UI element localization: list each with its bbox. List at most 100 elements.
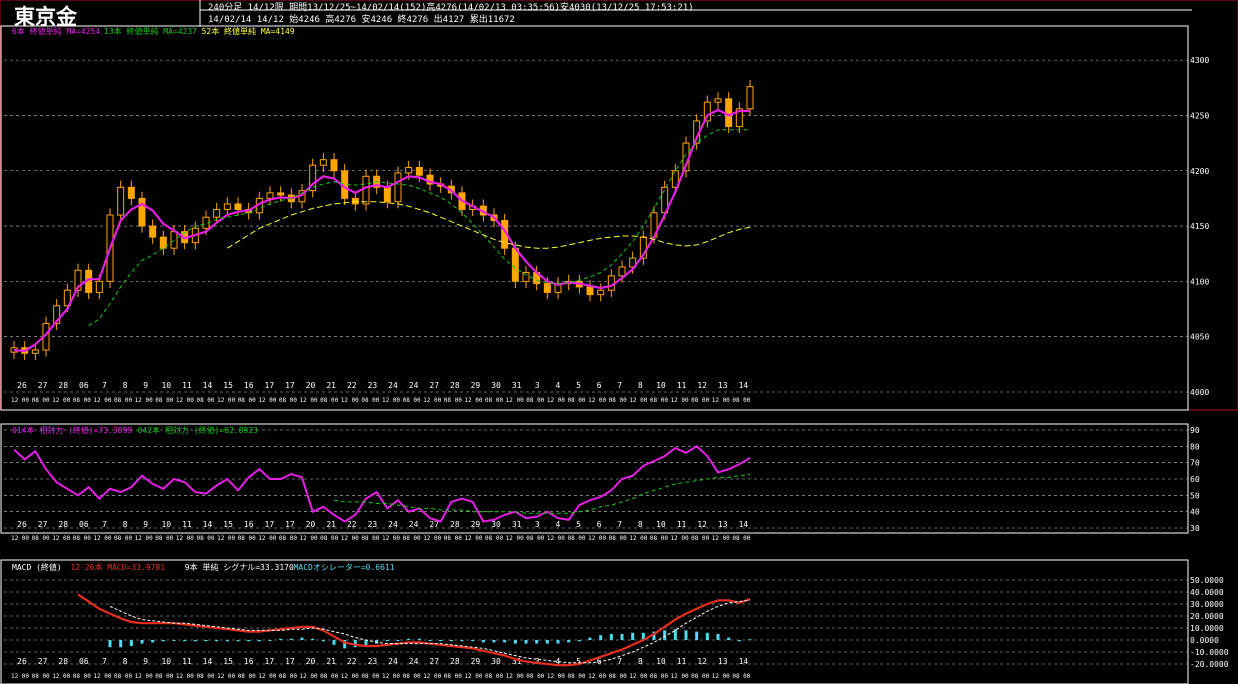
date-label: 27 — [429, 657, 439, 666]
time-code: 08 00 — [114, 673, 132, 680]
date-label: 13 — [718, 657, 728, 666]
date-label: 23 — [368, 520, 378, 529]
time-code: 08 00 — [650, 535, 668, 542]
y-tick-label-2: 40.0000 — [1190, 588, 1224, 597]
time-code: 12 00 — [176, 397, 194, 404]
time-code: 08 00 — [279, 535, 297, 542]
time-code: 12 00 — [629, 397, 647, 404]
date-label: 31 — [512, 520, 522, 529]
date-label: 06 — [79, 520, 89, 529]
time-code: 12 00 — [382, 397, 400, 404]
time-code: 12 00 — [671, 673, 689, 680]
date-label: 06 — [79, 381, 89, 390]
date-label: 27 — [429, 381, 439, 390]
histogram-bar — [321, 640, 325, 642]
y-tick-label-2: 0.0000 — [1190, 636, 1219, 645]
time-code: 08 00 — [567, 673, 585, 680]
time-code: 12 00 — [217, 535, 235, 542]
date-label: 3 — [535, 657, 540, 666]
date-label: 5 — [576, 520, 581, 529]
time-code: 12 00 — [300, 397, 318, 404]
histogram-bar — [513, 640, 517, 644]
date-label: 21 — [326, 381, 336, 390]
histogram-bar — [716, 634, 720, 640]
time-code: 08 00 — [279, 397, 297, 404]
time-code: 12 00 — [93, 397, 111, 404]
time-code: 08 00 — [526, 397, 544, 404]
time-code: 12 00 — [135, 397, 153, 404]
time-code: 12 00 — [217, 397, 235, 404]
panel-frame-2 — [0, 559, 1189, 684]
date-label: 17 — [265, 520, 275, 529]
candle-body — [138, 197, 146, 227]
candle-body — [149, 225, 157, 238]
price-panel-frame — [0, 0, 1238, 411]
histogram-bar — [460, 640, 464, 642]
legend-entry: MACD (終値) — [12, 562, 62, 572]
time-code: 08 00 — [279, 673, 297, 680]
candle-body — [586, 286, 594, 296]
y-tick-label-1: 40 — [1190, 508, 1200, 517]
date-label: 21 — [326, 520, 336, 529]
time-code: 08 00 — [32, 673, 50, 680]
time-code: 12 00 — [258, 535, 276, 542]
time-code: 08 00 — [361, 397, 379, 404]
histogram-bar — [599, 635, 603, 640]
date-label: 7 — [102, 381, 107, 390]
time-code: 12 00 — [629, 535, 647, 542]
time-code: 08 00 — [320, 397, 338, 404]
date-label: 7 — [102, 520, 107, 529]
time-code: 08 00 — [361, 535, 379, 542]
histogram-bar — [396, 640, 400, 641]
time-code: 12 00 — [506, 535, 524, 542]
candle-body — [170, 231, 178, 249]
candle-body — [234, 203, 242, 210]
time-code: 08 00 — [114, 397, 132, 404]
histogram-bar — [151, 640, 155, 643]
time-code: 12 00 — [11, 535, 29, 542]
date-label: 26 — [17, 520, 27, 529]
candle-body — [277, 192, 285, 196]
time-code: 12 00 — [52, 673, 70, 680]
time-code: 08 00 — [114, 535, 132, 542]
histogram-bar — [535, 640, 539, 644]
y-tick-label-1: 50 — [1190, 491, 1200, 500]
date-label: 29 — [471, 657, 481, 666]
date-label: 31 — [512, 381, 522, 390]
y-tick-label-1: 30 — [1190, 524, 1200, 533]
histogram-bar — [385, 640, 389, 642]
date-label: 9 — [143, 381, 148, 390]
date-label: 17 — [285, 520, 295, 529]
time-code: 12 00 — [588, 397, 606, 404]
date-label: 17 — [265, 381, 275, 390]
panels-group: 40004050410041504200425043006本 終値単純 MA=4… — [0, 25, 1229, 684]
date-label: 16 — [244, 381, 254, 390]
candle-body — [714, 98, 722, 103]
date-label: 27 — [38, 520, 48, 529]
time-code: 12 00 — [135, 673, 153, 680]
time-code: 08 00 — [732, 397, 750, 404]
date-label: 28 — [450, 657, 460, 666]
y-tick-label-0: 4050 — [1190, 333, 1209, 342]
time-code: 12 00 — [176, 673, 194, 680]
histogram-bar — [609, 634, 613, 640]
histogram-bar — [737, 640, 741, 642]
time-code: 08 00 — [609, 535, 627, 542]
date-label: 13 — [718, 381, 728, 390]
histogram-bar — [247, 640, 251, 642]
y-tick-label-2: 30.0000 — [1190, 600, 1224, 609]
candle-body — [266, 192, 274, 199]
time-code: 08 00 — [32, 397, 50, 404]
date-label: 14 — [203, 520, 213, 529]
time-code: 08 00 — [155, 535, 173, 542]
series-line-1-1 — [333, 473, 751, 514]
candle-body — [362, 175, 370, 205]
histogram-bar — [129, 640, 133, 646]
date-label: 24 — [409, 381, 419, 390]
y-tick-label-0: 4200 — [1190, 167, 1209, 176]
candle-body — [405, 166, 413, 174]
histogram-bar — [193, 640, 197, 642]
date-label: 14 — [739, 520, 749, 529]
date-label: 8 — [638, 657, 643, 666]
time-code: 08 00 — [73, 397, 91, 404]
